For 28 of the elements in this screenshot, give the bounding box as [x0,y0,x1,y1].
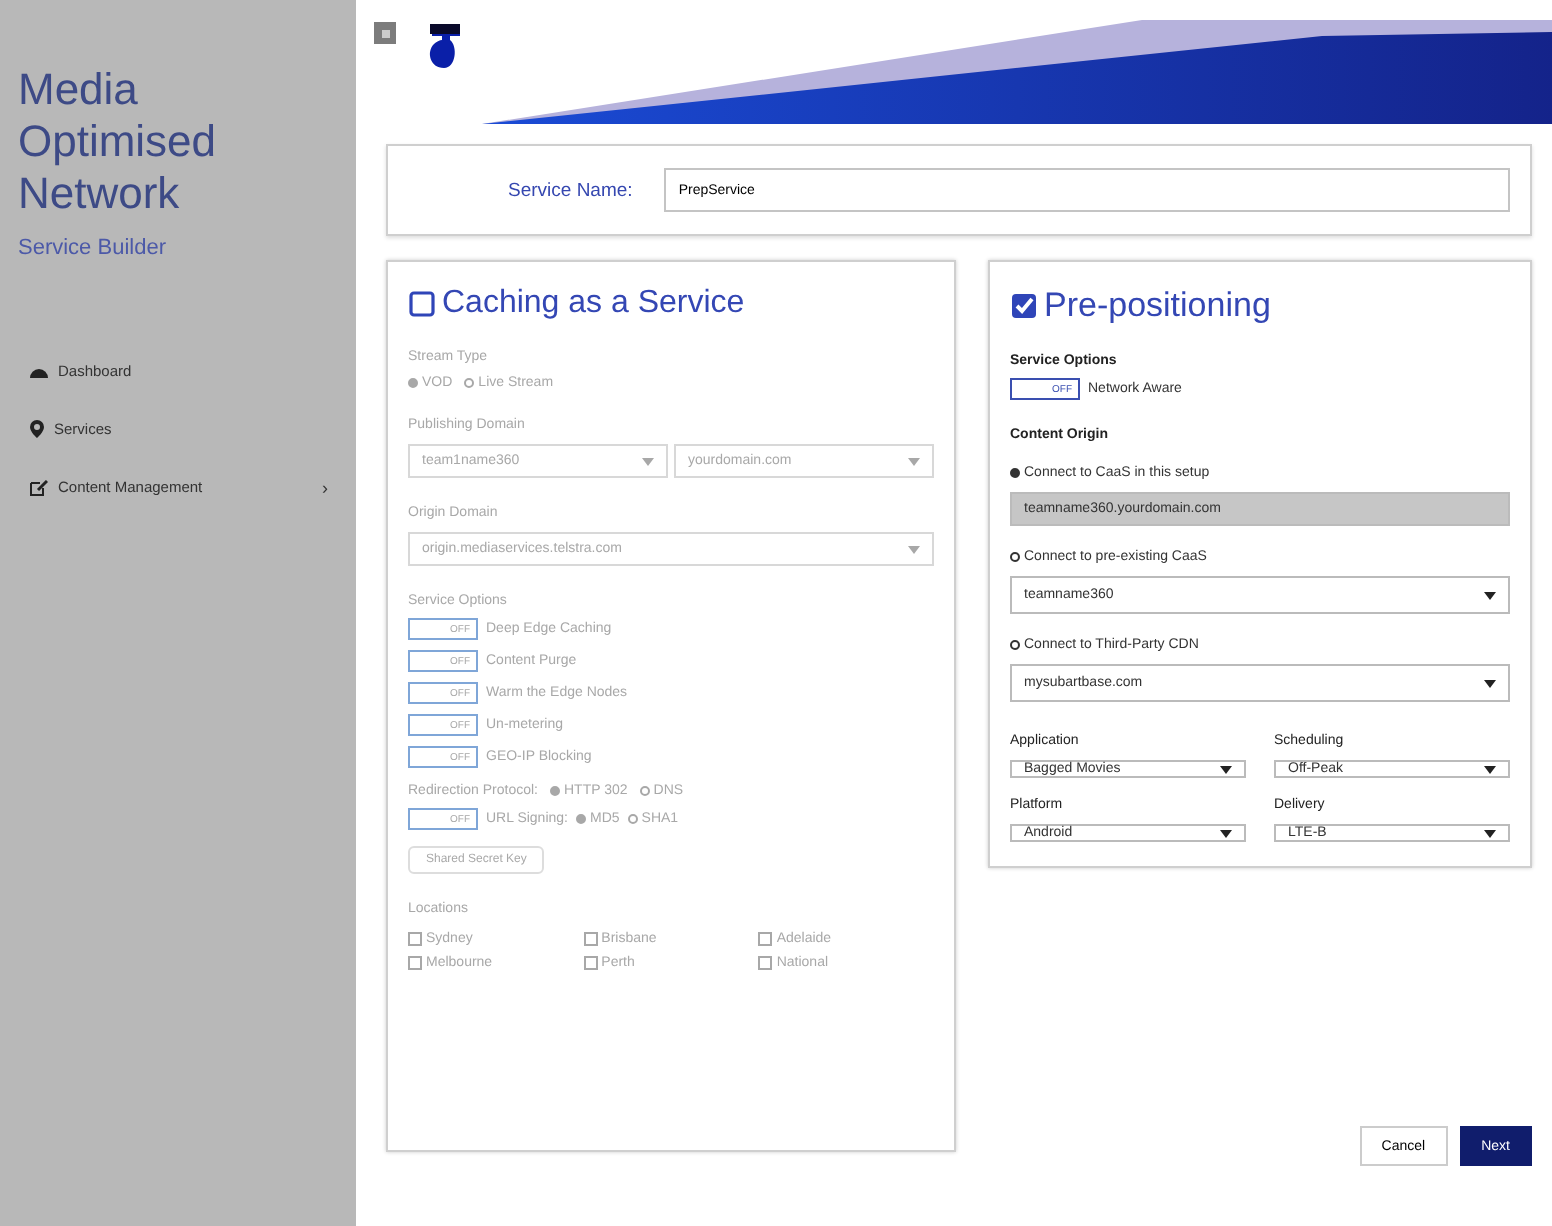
checkbox[interactable] [583,932,598,946]
radio-button[interactable] [1010,468,1020,478]
field-label: Service Name: [508,179,633,201]
checkbox[interactable] [583,956,598,970]
checkbox[interactable] [408,932,422,946]
radio-button[interactable] [1010,640,1020,650]
card-title: Pre-positioning [1044,286,1271,326]
app-title: Media Optimised Network [18,64,217,220]
radio-button[interactable] [1010,552,1020,562]
dashboard-icon [30,364,48,378]
radio-button[interactable] [639,786,650,796]
card-title: Caching as a Service [442,286,745,322]
logo-icon [424,20,464,72]
radio-button[interactable] [408,378,418,388]
checkbox[interactable] [758,956,773,970]
radio-button[interactable] [576,814,586,824]
checkbox[interactable] [408,956,422,970]
edit-icon [30,479,48,495]
radio-button[interactable] [549,786,560,796]
map-pin-icon [30,420,44,438]
checkbox[interactable] [1010,292,1038,320]
chevron-icon: › [322,477,328,497]
checkbox[interactable] [758,932,773,946]
radio-button[interactable] [627,814,638,824]
radio-button[interactable] [464,378,475,388]
app-subtitle: Service Builder [18,236,166,260]
menu-button[interactable] [374,22,396,44]
checkbox[interactable] [408,290,436,318]
